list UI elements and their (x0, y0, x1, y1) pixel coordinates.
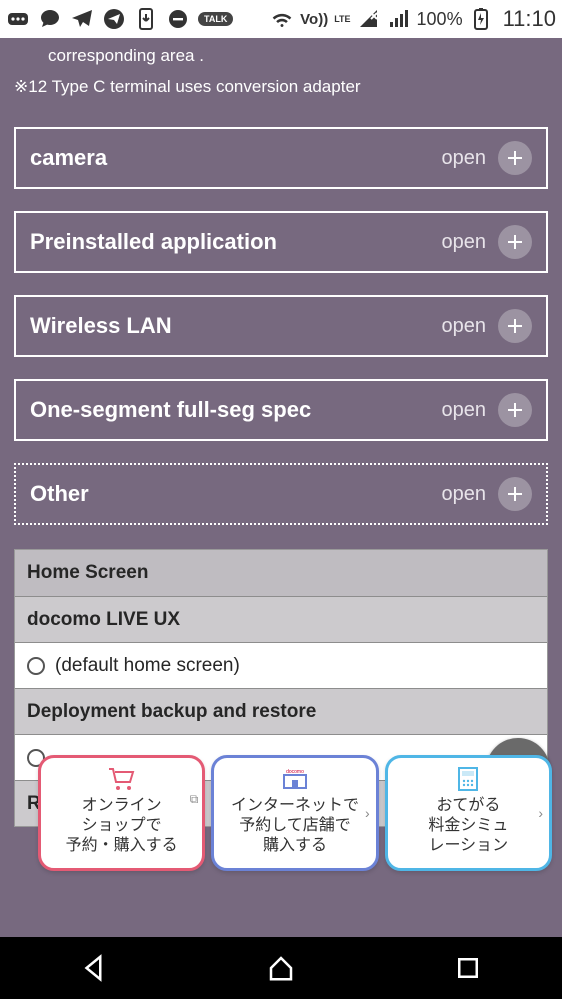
accordion-open-label: open (442, 483, 487, 506)
chevron-right-icon: › (365, 805, 370, 821)
accordion-one-seg[interactable]: One-segment full-seg spec open (14, 379, 548, 441)
accordion-open-label: open (442, 147, 487, 170)
accordion-title: Preinstalled application (30, 229, 277, 255)
accordion-title: Wireless LAN (30, 313, 172, 339)
more-notifications-icon (6, 7, 30, 31)
accordion-wireless-lan[interactable]: Wireless LAN open (14, 295, 548, 357)
volte-icon: Vo)) (300, 11, 328, 28)
telegram-icon (70, 7, 94, 31)
nav-home-button[interactable] (246, 948, 316, 988)
cta-online-shop[interactable]: ⧉ オンライン ショップで 予約・購入する (38, 755, 205, 871)
system-nav-bar (0, 937, 562, 999)
chevron-right-icon: › (538, 805, 543, 821)
send-icon (102, 7, 126, 31)
nav-back-button[interactable] (59, 948, 129, 988)
system-update-icon (134, 7, 158, 31)
cta-simulation[interactable]: › おてがる 料金シミュ レーション (385, 755, 552, 871)
top-text-block: corresponding area . ※12 Type C terminal… (14, 44, 548, 99)
table-row[interactable]: (default home screen) (15, 642, 547, 688)
status-left-icons: TALK (6, 7, 233, 31)
accordion-open-label: open (442, 231, 487, 254)
plus-icon (498, 141, 532, 175)
plus-icon (498, 225, 532, 259)
accordion-preinstalled[interactable]: Preinstalled application open (14, 211, 548, 273)
accordion-title: camera (30, 145, 107, 171)
status-bar: TALK Vo)) LTE 100% 11:10 (0, 0, 562, 38)
accordion-title: Other (30, 481, 89, 507)
table-cell-text: (default home screen) (55, 655, 240, 677)
accordion-title: One-segment full-seg spec (30, 397, 311, 423)
accordion-open-label: open (442, 315, 487, 338)
accordion-camera[interactable]: camera open (14, 127, 548, 189)
battery-percentage: 100% (417, 9, 463, 30)
chat-icon (38, 7, 62, 31)
wifi-icon (270, 7, 294, 31)
status-right-icons: Vo)) LTE 100% 11:10 (270, 6, 556, 32)
table-subheader-text: Deployment backup and restore (27, 701, 316, 723)
talk-badge-icon: TALK (198, 12, 233, 26)
plus-icon (498, 477, 532, 511)
nav-recent-button[interactable] (433, 948, 503, 988)
accordion-other[interactable]: Other open (14, 463, 548, 525)
partial-line: corresponding area . (14, 44, 548, 69)
copy-icon: ⧉ (190, 792, 199, 807)
signal-icon (387, 7, 411, 31)
cta-row: ⧉ オンライン ショップで 予約・購入する docomo › インターネットで … (38, 755, 552, 871)
cta-label: おてがる 料金シミュ レーション (428, 796, 508, 856)
plus-icon (498, 393, 532, 427)
plus-icon (498, 309, 532, 343)
no-signal-icon (357, 7, 381, 31)
battery-charging-icon (469, 7, 493, 31)
cta-label: オンライン ショップで 予約・購入する (66, 796, 178, 856)
calculator-icon (452, 764, 484, 794)
clock: 11:10 (503, 6, 556, 32)
radio-icon[interactable] (27, 657, 45, 675)
accordion-list: camera open Preinstalled application ope… (14, 127, 548, 525)
table-subheader: docomo LIVE UX (15, 596, 547, 642)
cart-icon (106, 764, 138, 794)
home-icon (266, 953, 296, 983)
store-icon: docomo (279, 764, 311, 794)
table-header: Home Screen (15, 550, 547, 596)
dnd-icon (166, 7, 190, 31)
accordion-open-label: open (442, 399, 487, 422)
table-subheader: Deployment backup and restore (15, 688, 547, 734)
table-subheader-text: docomo LIVE UX (27, 609, 180, 631)
cta-reserve-store[interactable]: docomo › インターネットで 予約して店舗で 購入する (211, 755, 378, 871)
cta-label: インターネットで 予約して店舗で 購入する (231, 796, 359, 856)
footnote-12: ※12 Type C terminal uses conversion adap… (14, 75, 548, 100)
recent-apps-icon (453, 953, 483, 983)
table-header-text: Home Screen (27, 562, 148, 584)
lte-label: LTE (334, 14, 350, 24)
page-content: corresponding area . ※12 Type C terminal… (0, 38, 562, 937)
back-icon (79, 953, 109, 983)
